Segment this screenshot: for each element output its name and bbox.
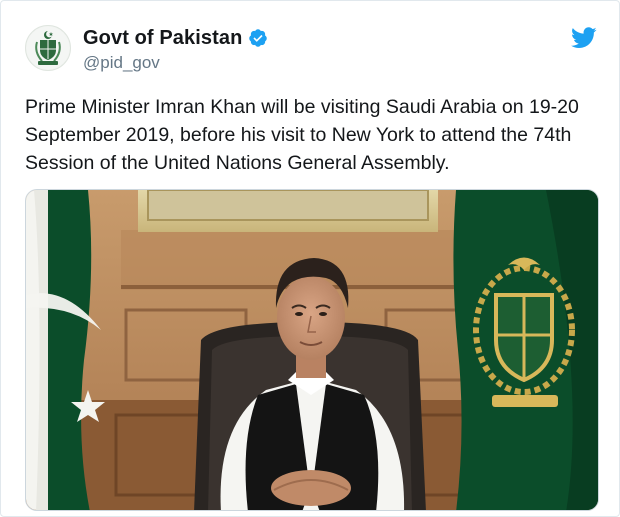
pakistan-emblem-icon[interactable] — [25, 25, 71, 71]
tweet-text: Prime Minister Imran Khan will be visiti… — [25, 93, 605, 177]
twitter-bird-icon[interactable] — [571, 27, 597, 49]
verified-badge-icon — [248, 28, 268, 48]
tweet-card[interactable]: Govt of Pakistan @pid_gov Prime Minister… — [0, 0, 620, 517]
author-names: Govt of Pakistan @pid_gov — [83, 25, 268, 73]
tweet-text-line: Session of the United Nations General As… — [25, 152, 450, 174]
tweet-photo[interactable] — [25, 189, 599, 511]
tweet-header: Govt of Pakistan @pid_gov — [25, 23, 599, 73]
tweet-text-line: September 2019, before his visit to New … — [25, 124, 572, 146]
author-handle[interactable]: @pid_gov — [83, 53, 268, 73]
author-display-name[interactable]: Govt of Pakistan — [83, 27, 242, 50]
tweet-text-line: Prime Minister Imran Khan will be visiti… — [25, 96, 579, 118]
